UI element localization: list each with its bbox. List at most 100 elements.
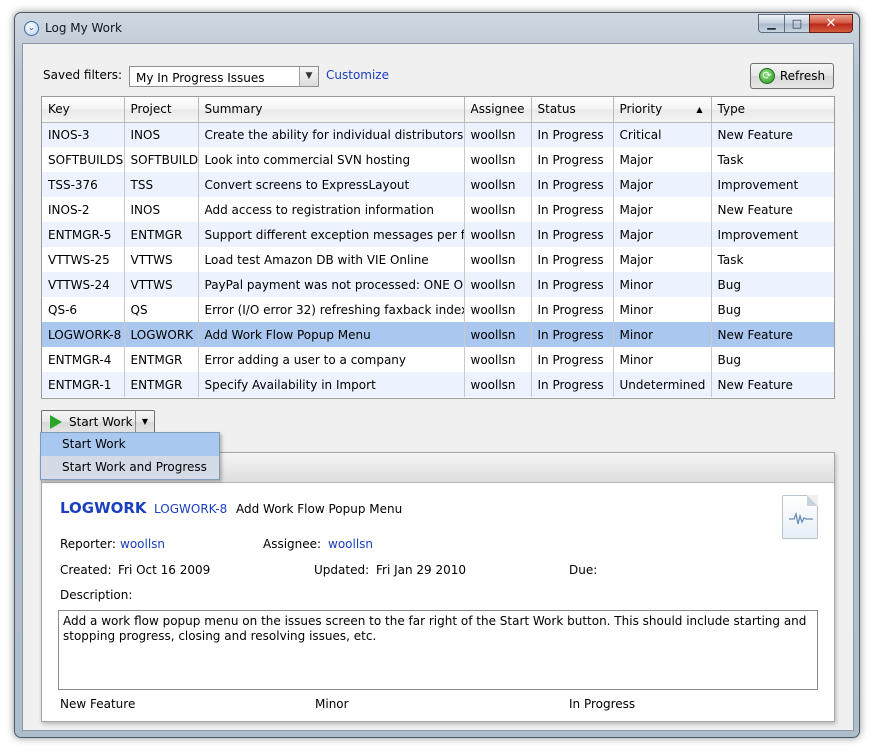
cell-priority: Major [613, 197, 712, 222]
cell-type: Improvement [711, 172, 834, 197]
column-header-priority[interactable]: Priority ▲ [613, 97, 712, 123]
cell-project: QS [124, 297, 199, 322]
table-row[interactable]: INOS-2 INOS Add access to registration inf… [42, 197, 834, 222]
assignee-link[interactable]: woollsn [328, 537, 373, 551]
maximize-button[interactable]: □ [784, 14, 809, 33]
updated-value: Fri Jan 29 2010 [376, 563, 467, 577]
refresh-icon: ⟳ [758, 68, 775, 84]
table-row[interactable]: TSS-376 TSS Convert screens to ExpressLayo… [42, 172, 834, 197]
close-icon: ✕ [825, 16, 837, 31]
cell-summary: Create the ability for individual distri… [198, 122, 465, 147]
cell-summary: Add access to registration information [198, 197, 465, 222]
column-header-project[interactable]: Project [124, 97, 199, 123]
start-work-label: Start Work [69, 415, 133, 429]
waveform-icon [789, 512, 813, 525]
table-row[interactable]: QS-6 QS Error (I/O error 32) refreshing fa… [42, 297, 834, 322]
cell-summary: Convert screens to ExpressLayout [198, 172, 465, 197]
cell-summary: Error (I/O error 32) refreshing faxback … [198, 297, 465, 322]
cell-type: Bug [711, 347, 834, 372]
cell-summary: Specify Availability in Import [198, 372, 465, 397]
cell-key: INOS-2 [42, 197, 125, 222]
close-button[interactable]: ✕ [809, 14, 853, 33]
cell-status: In Progress [531, 372, 614, 397]
client-area: Saved filters: My In Progress Issues ▼ C… [22, 43, 854, 731]
dropdown-arrow-icon[interactable]: ▼ [135, 411, 154, 433]
saved-filters-value: My In Progress Issues [136, 71, 265, 85]
table-row[interactable]: VTTWS-24 VTTWS PayPal payment was not proc… [42, 272, 834, 297]
chevron-down-icon[interactable]: ▼ [299, 67, 318, 86]
refresh-button[interactable]: ⟳ Refresh [750, 63, 834, 89]
cell-priority: Critical [613, 122, 712, 147]
cell-assignee: woollsn [464, 372, 532, 397]
play-icon [50, 415, 62, 429]
cell-project: SOFTBUILD [124, 147, 199, 172]
cell-summary: Support different exception messages per… [198, 222, 465, 247]
updated-label: Updated: [314, 563, 370, 577]
cell-key: SOFTBUILDS [42, 147, 125, 172]
start-work-split-button[interactable]: Start Work ▼ [41, 410, 155, 434]
table-row[interactable]: VTTWS-25 VTTWS Load test Amazon DB with VI… [42, 247, 834, 272]
cell-assignee: woollsn [464, 197, 532, 222]
cell-key: QS-6 [42, 297, 125, 322]
table-row[interactable]: INOS-3 INOS Create the ability for individ… [42, 122, 834, 147]
cell-key: ENTMGR-5 [42, 222, 125, 247]
cell-project: LOGWORK [124, 322, 199, 347]
issue-project[interactable]: LOGWORK [60, 499, 147, 517]
issues-table[interactable]: Key Project Summary Assignee Status Prio… [41, 96, 835, 399]
cell-project: INOS [124, 122, 199, 147]
issue-status: In Progress [569, 697, 636, 711]
column-header-summary[interactable]: Summary [198, 97, 465, 123]
saved-filters-dropdown[interactable]: My In Progress Issues ▼ [129, 66, 319, 87]
start-work-menu: Start Work Start Work and Progress [40, 432, 220, 480]
cell-type: Improvement [711, 222, 834, 247]
window-controls: ▁ □ ✕ [758, 14, 853, 34]
cell-project: VTTWS [124, 247, 199, 272]
cell-priority: Minor [613, 297, 712, 322]
cell-assignee: woollsn [464, 147, 532, 172]
table-row[interactable]: ENTMGR-4 ENTMGR Error adding a user to a c… [42, 347, 834, 372]
table-row[interactable]: ENTMGR-1 ENTMGR Specify Availability in Im… [42, 372, 834, 397]
cell-type: New Feature [711, 197, 834, 222]
window-title: Log My Work [45, 21, 122, 35]
column-header-key[interactable]: Key [42, 97, 125, 123]
refresh-label: Refresh [779, 69, 826, 83]
menu-item-start-work[interactable]: Start Work [41, 433, 219, 456]
description-text[interactable]: Add a work flow popup menu on the issues… [58, 610, 818, 690]
assignee-label: Assignee: [263, 537, 322, 551]
cell-status: In Progress [531, 322, 614, 347]
cell-key: VTTWS-24 [42, 272, 125, 297]
app-window: ⌄ Log My Work ▁ □ ✕ Saved filters: My In… [14, 12, 860, 738]
menu-item-start-work-and-progress[interactable]: Start Work and Progress [41, 456, 219, 479]
cell-status: In Progress [531, 172, 614, 197]
minimize-button[interactable]: ▁ [758, 14, 784, 33]
table-row[interactable]: LOGWORK-8 LOGWORK Add Work Flow Popup Menu… [42, 322, 834, 347]
cell-project: VTTWS [124, 272, 199, 297]
customize-link[interactable]: Customize [326, 68, 389, 82]
cell-status: In Progress [531, 347, 614, 372]
reporter-link[interactable]: woollsn [120, 537, 165, 551]
cell-type: New Feature [711, 372, 834, 397]
cell-project: ENTMGR [124, 222, 199, 247]
issue-details-panel: LOGWORK LOGWORK-8 Add Work Flow Popup Me… [41, 452, 835, 722]
cell-status: In Progress [531, 247, 614, 272]
due-label: Due: [569, 563, 598, 577]
column-header-status[interactable]: Status [531, 97, 614, 123]
cell-status: In Progress [531, 147, 614, 172]
cell-key: INOS-3 [42, 122, 125, 147]
issue-key-link[interactable]: LOGWORK-8 [154, 502, 227, 516]
maximize-icon: □ [791, 17, 803, 30]
column-header-assignee[interactable]: Assignee [464, 97, 532, 123]
cell-status: In Progress [531, 297, 614, 322]
sort-ascending-icon: ▲ [696, 105, 703, 114]
reporter-label: Reporter: [60, 537, 116, 551]
cell-type: Bug [711, 297, 834, 322]
title-bar[interactable]: ⌄ Log My Work ▁ □ ✕ [15, 13, 859, 43]
app-logo-icon: ⌄ [24, 21, 39, 36]
cell-summary: Add Work Flow Popup Menu [198, 322, 465, 347]
column-header-type[interactable]: Type [711, 97, 834, 123]
cell-assignee: woollsn [464, 122, 532, 147]
table-row[interactable]: SOFTBUILDS SOFTBUILD Look into commercial … [42, 147, 834, 172]
start-work-button[interactable]: Start Work [42, 411, 136, 433]
cell-type: Task [711, 147, 834, 172]
table-row[interactable]: ENTMGR-5 ENTMGR Support different exceptio… [42, 222, 834, 247]
